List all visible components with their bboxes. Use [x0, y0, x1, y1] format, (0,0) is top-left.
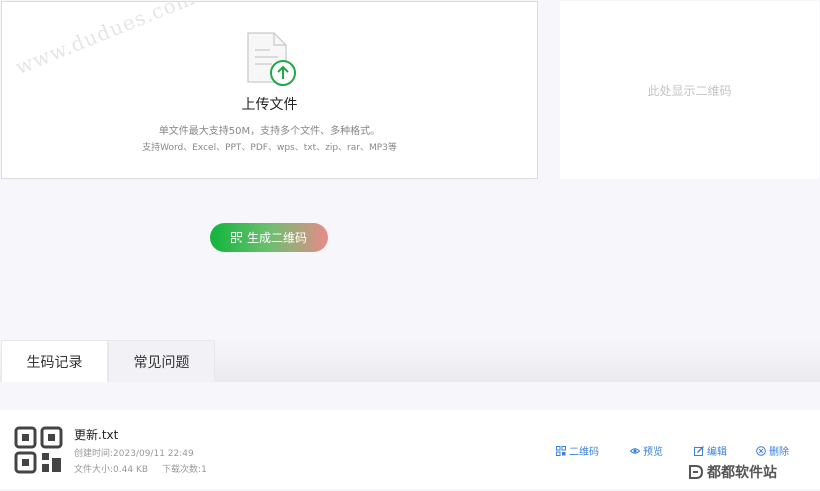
record-created-value: 2023/09/11 22:49 — [113, 449, 194, 459]
qr-action-button[interactable]: 二维码 — [556, 443, 599, 458]
edit-icon — [694, 445, 704, 456]
record-filename: 更新.txt — [74, 428, 119, 442]
tab-faq[interactable]: 常见问题 — [108, 340, 215, 382]
record-size-label: 文件大小: — [74, 465, 114, 475]
upload-title: 上传文件 — [241, 97, 298, 113]
watermark: www.dudues.com — [12, 1, 199, 80]
eye-icon — [630, 447, 640, 454]
tab-records[interactable]: 生码记录 — [1, 340, 108, 382]
record-size-downloads: 文件大小:0.44 KB 下载次数:1 — [74, 462, 207, 475]
qr-action-label: 二维码 — [569, 447, 599, 458]
delete-action-button[interactable]: 删除 — [756, 443, 789, 458]
upload-formats: 支持Word、Excel、PPT、PDF、wps、txt、zip、rar、MP3… — [142, 143, 397, 153]
logo-d-icon — [689, 465, 704, 479]
tab-faq-label: 常见问题 — [133, 354, 190, 371]
site-logo-text: 都都软件站 — [707, 465, 777, 481]
record-created-label: 创建时间: — [74, 449, 114, 459]
preview-action-button[interactable]: 预览 — [630, 443, 663, 458]
record-created: 创建时间:2023/09/11 22:49 — [74, 446, 194, 459]
edit-action-label: 编辑 — [707, 447, 727, 458]
qr-placeholder-text: 此处显示二维码 — [647, 83, 732, 98]
site-logo: 都都软件站 — [688, 462, 777, 482]
tab-records-label: 生码记录 — [26, 354, 83, 371]
record-downloads-label: 下载次数: — [162, 465, 202, 475]
close-circle-icon — [756, 445, 766, 456]
file-upload-icon — [247, 32, 296, 86]
record-downloads-value: 1 — [201, 465, 207, 475]
qr-code-icon — [230, 232, 242, 243]
upload-description: 单文件最大支持50M，支持多个文件、多种格式。 — [158, 126, 381, 137]
generate-qr-label: 生成二维码 — [246, 231, 307, 245]
upload-area[interactable]: www.dudues.com 上传文件 单文件最大支持50M，支持多个文件、多种… — [1, 1, 538, 179]
edit-action-button[interactable]: 编辑 — [694, 443, 727, 458]
record-size-value: 0.44 KB — [113, 465, 149, 475]
qr-code-thumbnail-icon[interactable] — [14, 426, 64, 474]
qr-preview-panel: 此处显示二维码 — [560, 1, 819, 179]
preview-action-label: 预览 — [643, 447, 663, 458]
delete-action-label: 删除 — [769, 447, 789, 458]
generate-qr-button[interactable]: 生成二维码 — [210, 223, 328, 252]
qr-code-icon — [556, 445, 566, 456]
